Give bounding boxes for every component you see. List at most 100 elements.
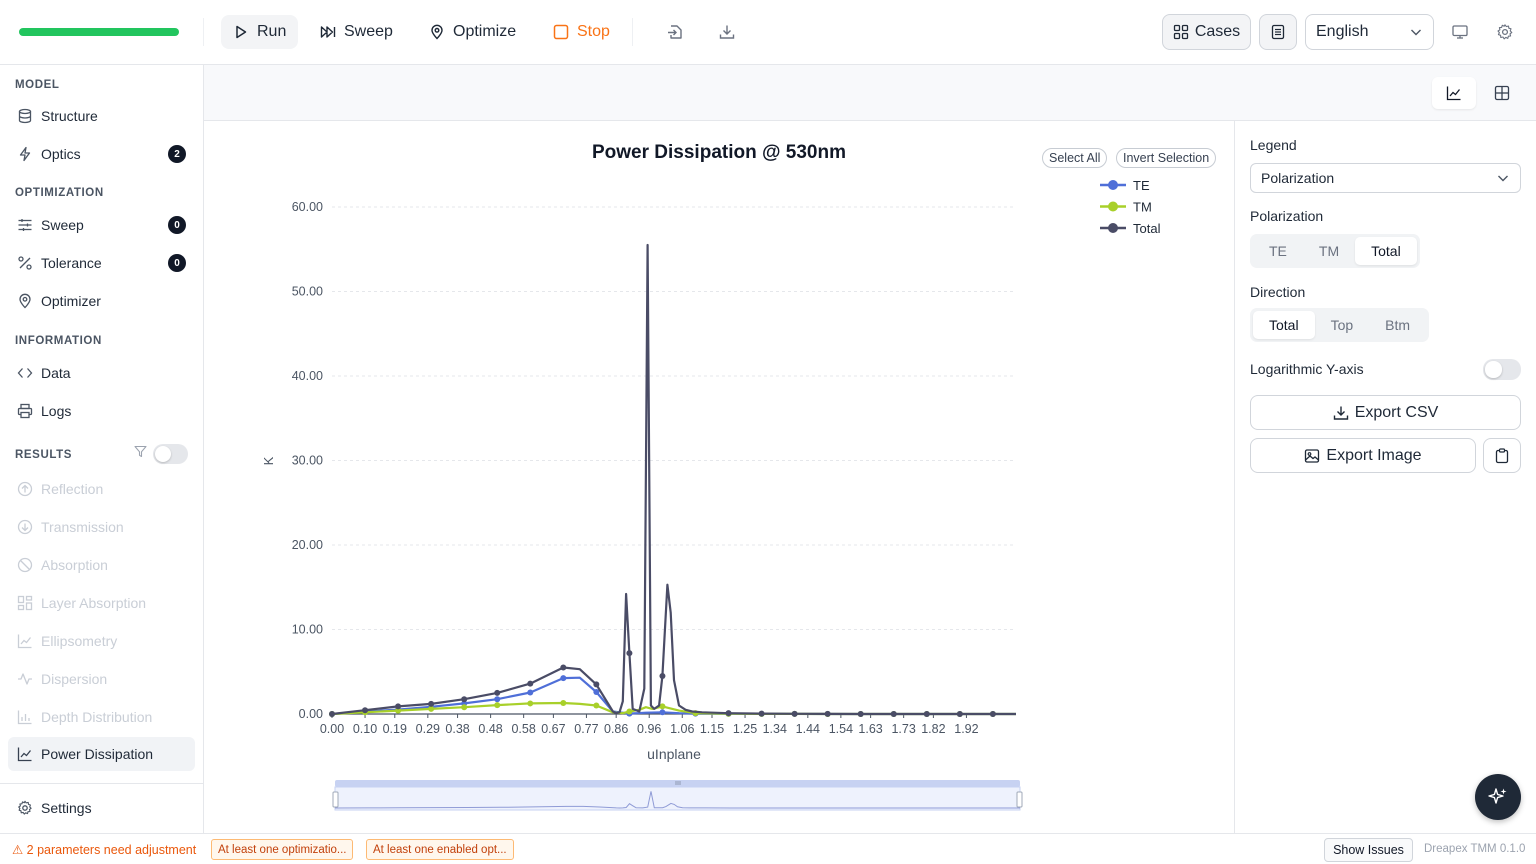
code-icon: [17, 368, 33, 378]
x-tick-label: 1.82: [921, 722, 945, 736]
line-chart-icon: [17, 747, 32, 762]
printer-icon: [17, 403, 33, 419]
data-point: [560, 664, 567, 671]
power-dissipation-chart[interactable]: Power Dissipation @ 530nm 0.00 10.00 20.00 3…: [204, 121, 1234, 833]
data-point: [626, 708, 633, 715]
run-button[interactable]: Run: [221, 15, 299, 49]
sidebar-item-sweep[interactable]: Sweep 0: [8, 208, 195, 242]
sidebar-item-optimizer[interactable]: Optimizer: [8, 284, 195, 318]
percent-icon: [18, 256, 32, 270]
x-tick-label: 0.38: [445, 722, 469, 736]
import-button[interactable]: [663, 20, 687, 44]
download-button[interactable]: [715, 20, 739, 44]
layout-grid-icon: [17, 595, 33, 611]
polarization-option-te[interactable]: TE: [1253, 237, 1303, 265]
fast-forward-icon: [320, 26, 336, 38]
stop-square-icon: [553, 24, 569, 40]
chart-options-panel: Legend Polarization Polarization TE TM T…: [1234, 121, 1536, 833]
sidebar-item-layer-absorption[interactable]: Layer Absorption: [8, 586, 195, 620]
data-point: [989, 711, 996, 717]
direction-option-btm[interactable]: Btm: [1369, 311, 1426, 339]
table-icon: [1494, 85, 1510, 101]
notes-button[interactable]: [1259, 14, 1297, 50]
x-tick-label: 1.44: [796, 722, 820, 736]
y-tick-label: 20.00: [292, 538, 323, 552]
sidebar-item-depth-distribution[interactable]: Depth Distribution: [8, 700, 195, 734]
sidebar-item-settings[interactable]: Settings: [8, 791, 195, 825]
count-badge: 0: [168, 216, 186, 234]
line-chart-icon: [17, 634, 32, 649]
filter-icon[interactable]: [134, 445, 147, 458]
database-icon: [18, 108, 32, 124]
play-icon: [236, 25, 247, 39]
direction-label: Direction: [1250, 284, 1306, 300]
issue-chip[interactable]: At least one optimizatio...: [211, 839, 354, 860]
toggle-knob: [1485, 361, 1502, 378]
warning-message[interactable]: ⚠ 2 parameters need adjustment: [12, 842, 196, 857]
grid-icon: [1173, 24, 1188, 40]
polarization-option-total[interactable]: Total: [1355, 237, 1417, 265]
export-csv-label: Export CSV: [1354, 403, 1439, 421]
legend-label: TE: [1133, 178, 1150, 193]
cases-button[interactable]: Cases: [1162, 14, 1251, 50]
x-tick-label: 0.48: [478, 722, 502, 736]
copy-to-clipboard-button[interactable]: [1483, 438, 1521, 473]
sidebar-item-reflection[interactable]: Reflection: [8, 472, 195, 506]
sidebar-item-label: Data: [41, 365, 71, 381]
direction-option-total[interactable]: Total: [1253, 311, 1315, 339]
language-select[interactable]: English: [1305, 14, 1434, 50]
display-button[interactable]: [1448, 20, 1472, 44]
data-point: [527, 680, 534, 687]
export-csv-button[interactable]: Export CSV: [1250, 395, 1521, 430]
sidebar-item-logs[interactable]: Logs: [8, 394, 195, 428]
select-all-button[interactable]: Select All: [1042, 148, 1108, 168]
section-title-optimization: OPTIMIZATION: [15, 187, 104, 199]
log-y-axis-toggle[interactable]: [1483, 359, 1521, 380]
issue-chip[interactable]: At least one enabled opt...: [366, 839, 514, 860]
data-point: [923, 711, 930, 717]
polarization-option-tm[interactable]: TM: [1303, 237, 1355, 265]
stop-button[interactable]: Stop: [541, 15, 622, 49]
polarization-label: Polarization: [1250, 208, 1324, 224]
sidebar-item-power-dissipation[interactable]: Power Dissipation: [8, 737, 195, 771]
results-filter-toggle[interactable]: [153, 444, 188, 464]
direction-segmented-control: Total Top Btm: [1250, 308, 1430, 342]
app-window: Run Sweep Optimize Stop Cases English MO…: [0, 0, 1536, 864]
run-label: Run: [257, 23, 287, 40]
table-view-button[interactable]: [1480, 77, 1524, 109]
data-point: [857, 711, 864, 717]
invert-selection-button[interactable]: Invert Selection: [1116, 148, 1217, 168]
sidebar-item-absorption[interactable]: Absorption: [8, 548, 195, 582]
export-image-button[interactable]: Export Image: [1250, 438, 1476, 473]
legend-marker: [1108, 180, 1118, 190]
legend-select[interactable]: Polarization: [1250, 163, 1521, 193]
data-point: [560, 675, 567, 682]
x-tick-label: 0.67: [541, 722, 565, 736]
settings-button[interactable]: [1493, 20, 1517, 44]
sidebar-item-transmission[interactable]: Transmission: [8, 510, 195, 544]
x-tick-label: 0.86: [604, 722, 628, 736]
ai-assistant-button[interactable]: [1475, 774, 1521, 820]
sidebar-item-data[interactable]: Data: [8, 356, 195, 390]
data-point: [428, 700, 435, 707]
arrow-up-circle-icon: [17, 481, 33, 497]
file-import-icon: [668, 25, 682, 39]
sidebar-item-structure[interactable]: Structure: [8, 99, 195, 133]
sweep-button[interactable]: Sweep: [308, 15, 405, 49]
show-issues-button[interactable]: Show Issues: [1324, 838, 1413, 862]
sidebar-item-dispersion[interactable]: Dispersion: [8, 662, 195, 696]
sidebar-item-ellipsometry[interactable]: Ellipsometry: [8, 624, 195, 658]
x-tick-label: 0.00: [320, 722, 344, 736]
log-y-axis-label: Logarithmic Y-axis: [1250, 361, 1364, 377]
sidebar-item-optics[interactable]: Optics 2: [8, 137, 195, 171]
activity-icon: [18, 673, 32, 685]
zoom-handle-right: [1016, 791, 1023, 808]
data-point: [395, 703, 402, 710]
map-pin-icon: [19, 293, 31, 309]
bar-chart-icon: [17, 710, 32, 725]
direction-option-top[interactable]: Top: [1315, 311, 1370, 339]
optimize-button[interactable]: Optimize: [417, 15, 528, 49]
data-point: [659, 672, 666, 679]
chart-view-button[interactable]: [1432, 77, 1476, 109]
sidebar-item-tolerance[interactable]: Tolerance 0: [8, 246, 195, 280]
